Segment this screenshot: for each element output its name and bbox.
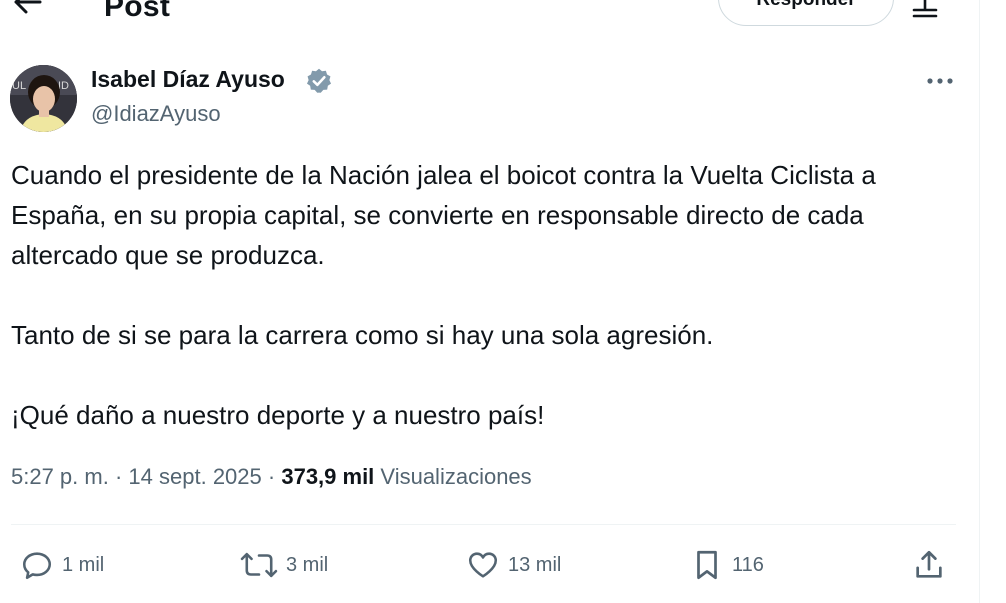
author-name[interactable]: Isabel Díaz Ayuso bbox=[91, 66, 285, 93]
share-action[interactable] bbox=[912, 546, 946, 584]
tweet-meta: 5:27 p. m. · 14 sept. 2025 · 373,9 mil V… bbox=[11, 464, 532, 490]
bookmark-icon bbox=[690, 548, 724, 582]
layout-icon[interactable] bbox=[908, 0, 942, 18]
tweet-paragraph: Cuando el presidente de la Nación jalea … bbox=[11, 160, 876, 270]
post-page: Post Responder UL ID Isabel Díaz Ayuso @… bbox=[0, 0, 1006, 603]
retweet-action[interactable]: 3 mil bbox=[240, 546, 328, 584]
arrow-left-icon[interactable] bbox=[12, 0, 44, 16]
tweet-text: Cuando el presidente de la Nación jalea … bbox=[11, 155, 971, 435]
views-count: 373,9 mil bbox=[281, 464, 375, 489]
divider bbox=[11, 524, 956, 525]
reply-button[interactable]: Responder bbox=[718, 0, 894, 26]
bookmark-count: 116 bbox=[732, 553, 764, 576]
share-icon bbox=[912, 548, 946, 582]
more-options-icon[interactable] bbox=[924, 70, 956, 92]
page-title: Post bbox=[104, 0, 171, 23]
reply-count: 1 mil bbox=[62, 553, 105, 576]
like-action[interactable]: 13 mil bbox=[466, 546, 561, 584]
avatar[interactable]: UL ID bbox=[10, 65, 77, 132]
retweet-icon bbox=[240, 548, 278, 582]
reply-action[interactable]: 1 mil bbox=[20, 546, 104, 584]
bookmark-action[interactable]: 116 bbox=[690, 546, 764, 584]
tweet-paragraph: Tanto de si se para la carrera como si h… bbox=[11, 320, 714, 350]
post-time[interactable]: 5:27 p. m. bbox=[11, 464, 109, 489]
post-header: Post Responder bbox=[0, 0, 979, 26]
svg-text:UL: UL bbox=[12, 80, 26, 92]
tweet-paragraph: ¡Qué daño a nuestro deporte y a nuestro … bbox=[11, 400, 545, 430]
reply-icon bbox=[20, 548, 54, 582]
retweet-count: 3 mil bbox=[286, 553, 329, 576]
heart-icon bbox=[466, 548, 500, 582]
like-count: 13 mil bbox=[508, 553, 562, 576]
author-handle[interactable]: @IdiazAyuso bbox=[91, 101, 221, 127]
meta-separator: · bbox=[114, 464, 123, 489]
views-label: Visualizaciones bbox=[380, 464, 532, 489]
column-border bbox=[979, 0, 980, 603]
verified-badge-icon[interactable] bbox=[305, 67, 333, 95]
post-date[interactable]: 14 sept. 2025 bbox=[128, 464, 261, 489]
meta-separator: · bbox=[267, 464, 276, 489]
